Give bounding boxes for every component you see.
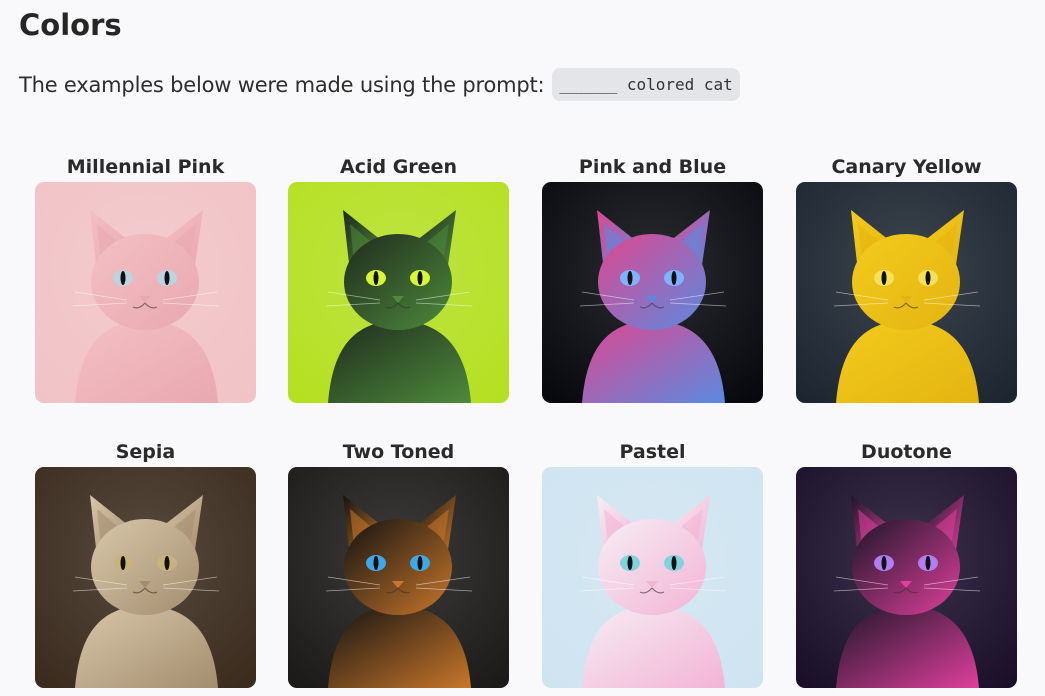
card-label: Millennial Pink [66,156,225,178]
card-label: Acid Green [340,156,457,178]
cat-image-duotone [796,467,1017,688]
cat-image-pastel [542,467,763,688]
card-label: Duotone [861,441,952,463]
example-card-millennial-pink: Millennial Pink [35,154,256,403]
example-card-pink-and-blue: Pink and Blue [542,154,763,403]
cat-image-canary-yellow [796,182,1017,403]
prompt-code: ______ colored cat [552,68,740,101]
intro-text: The examples below were made using the p… [19,72,545,97]
intro-paragraph: The examples below were made using the p… [19,68,740,101]
example-card-duotone: Duotone [796,439,1017,688]
card-label: Two Toned [342,441,455,463]
card-label: Canary Yellow [831,156,982,178]
example-card-acid-green: Acid Green [288,154,509,403]
cat-image-two-toned [288,467,509,688]
card-label: Sepia [115,441,176,463]
example-card-canary-yellow: Canary Yellow [796,154,1017,403]
example-card-two-toned: Two Toned [288,439,509,688]
cat-image-sepia [35,467,256,688]
page-title: Colors [19,8,122,42]
card-label: Pastel [619,441,686,463]
cat-image-pink-and-blue [542,182,763,403]
cat-image-millennial-pink [35,182,256,403]
card-label: Pink and Blue [578,156,727,178]
example-card-pastel: Pastel [542,439,763,688]
example-card-sepia: Sepia [35,439,256,688]
cat-image-acid-green [288,182,509,403]
